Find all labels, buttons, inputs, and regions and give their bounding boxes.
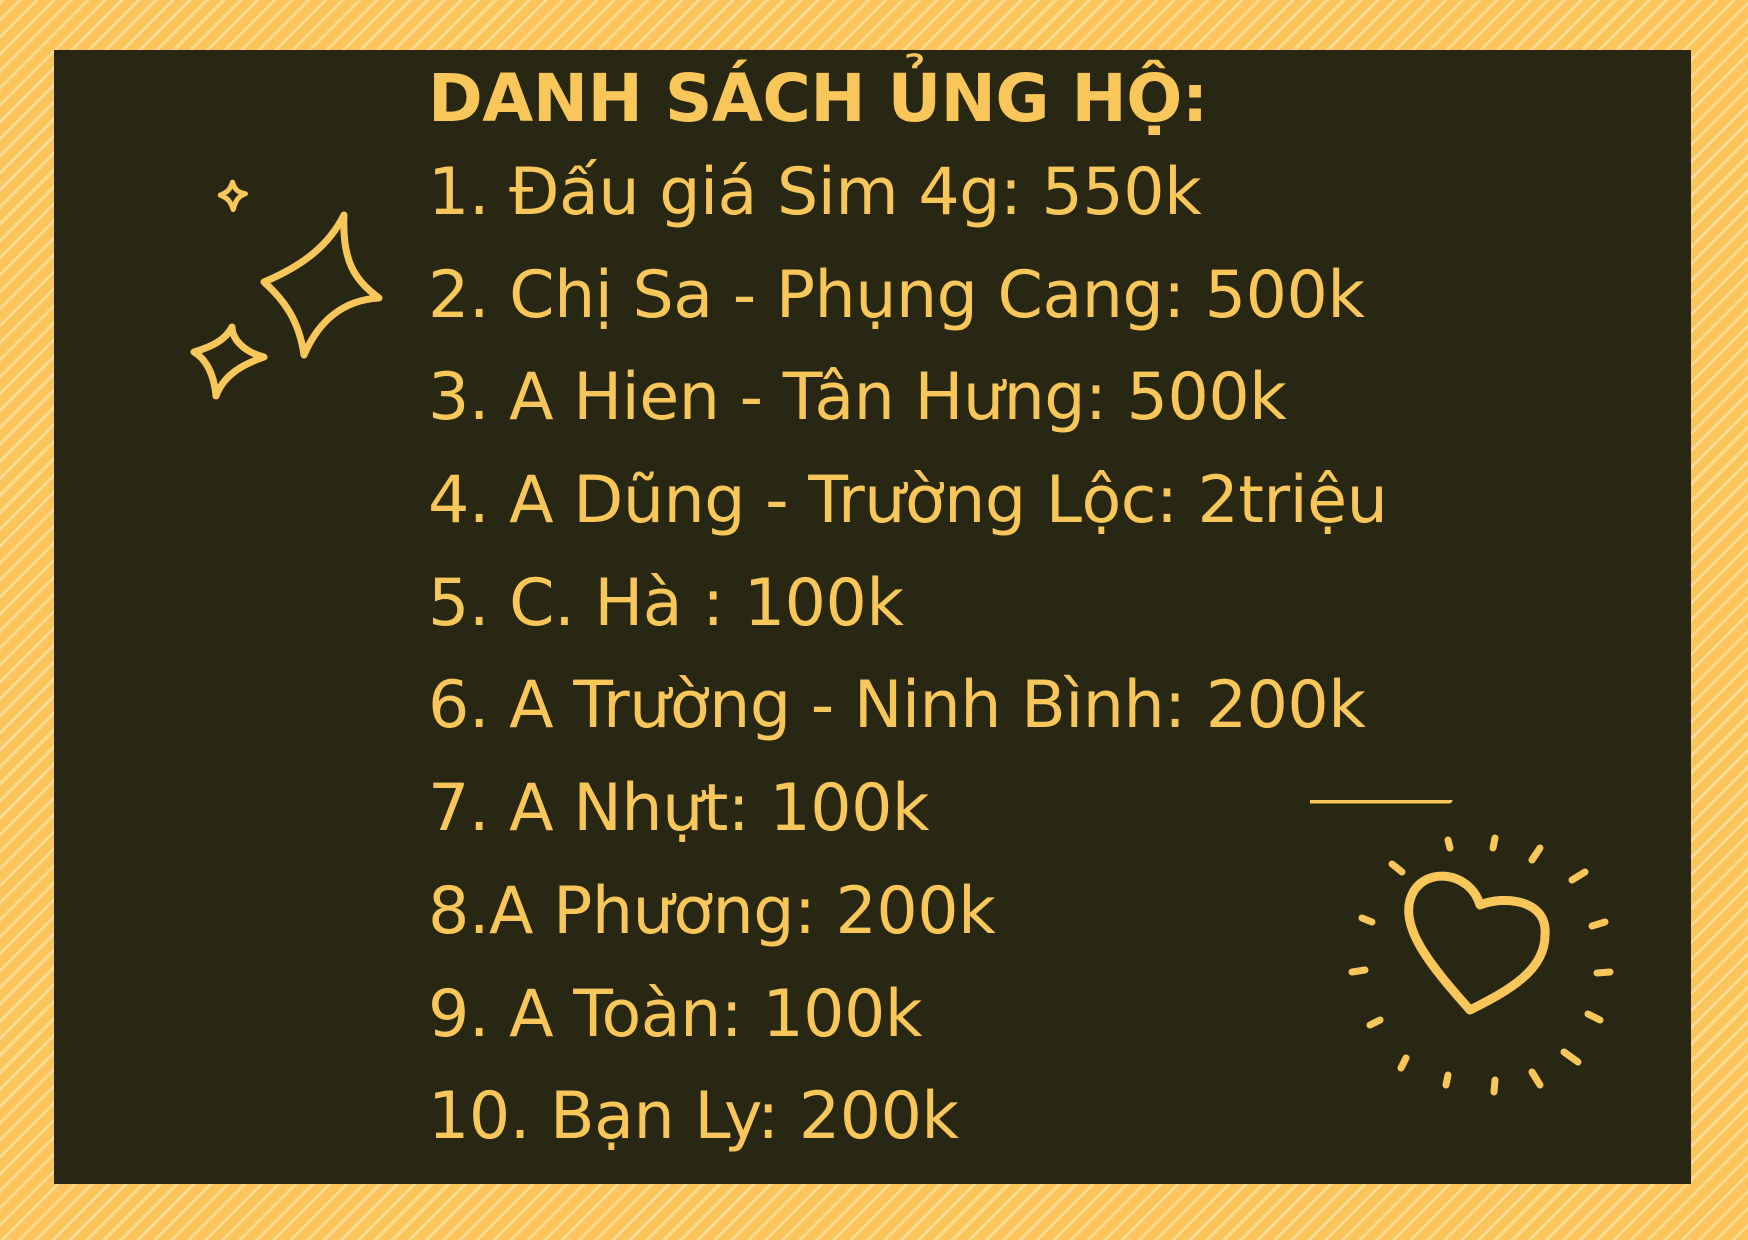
board: DANH SÁCH ỦNG HỘ: 1. Đấu giá Sim 4g: 550…	[54, 50, 1691, 1184]
list-item: 2. Chị Sa - Phụng Cang: 500k	[428, 257, 1365, 333]
list-item: 5. C. Hà : 100k	[428, 565, 904, 641]
page-title: DANH SÁCH ỦNG HỘ:	[428, 60, 1208, 137]
list-item: 4. A Dũng - Trường Lộc: 2triệu	[428, 463, 1388, 539]
sparkles-icon	[190, 179, 383, 400]
list-item: 3. A Hien - Tân Hưng: 500k	[428, 360, 1287, 436]
list-item: 6. A Trường - Ninh Bình: 200k	[428, 668, 1366, 744]
list-item: 1. Đấu giá Sim 4g: 550k	[428, 155, 1202, 230]
heart-icon	[1310, 800, 1614, 1096]
